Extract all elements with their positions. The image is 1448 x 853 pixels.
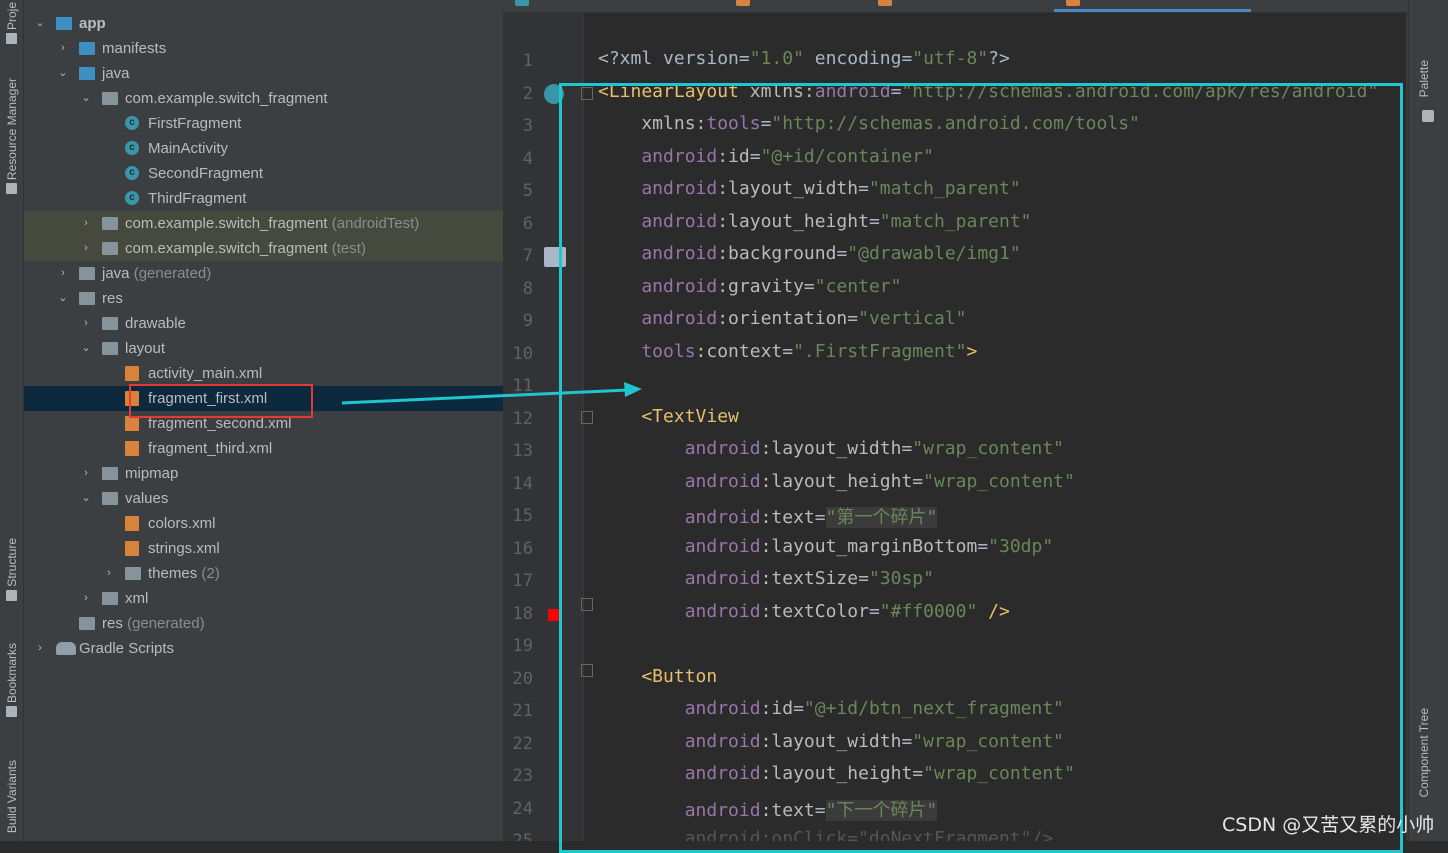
annotation-arrow bbox=[341, 382, 642, 405]
csdn-watermark: CSDN @又苦又累的小帅 bbox=[1222, 814, 1435, 836]
